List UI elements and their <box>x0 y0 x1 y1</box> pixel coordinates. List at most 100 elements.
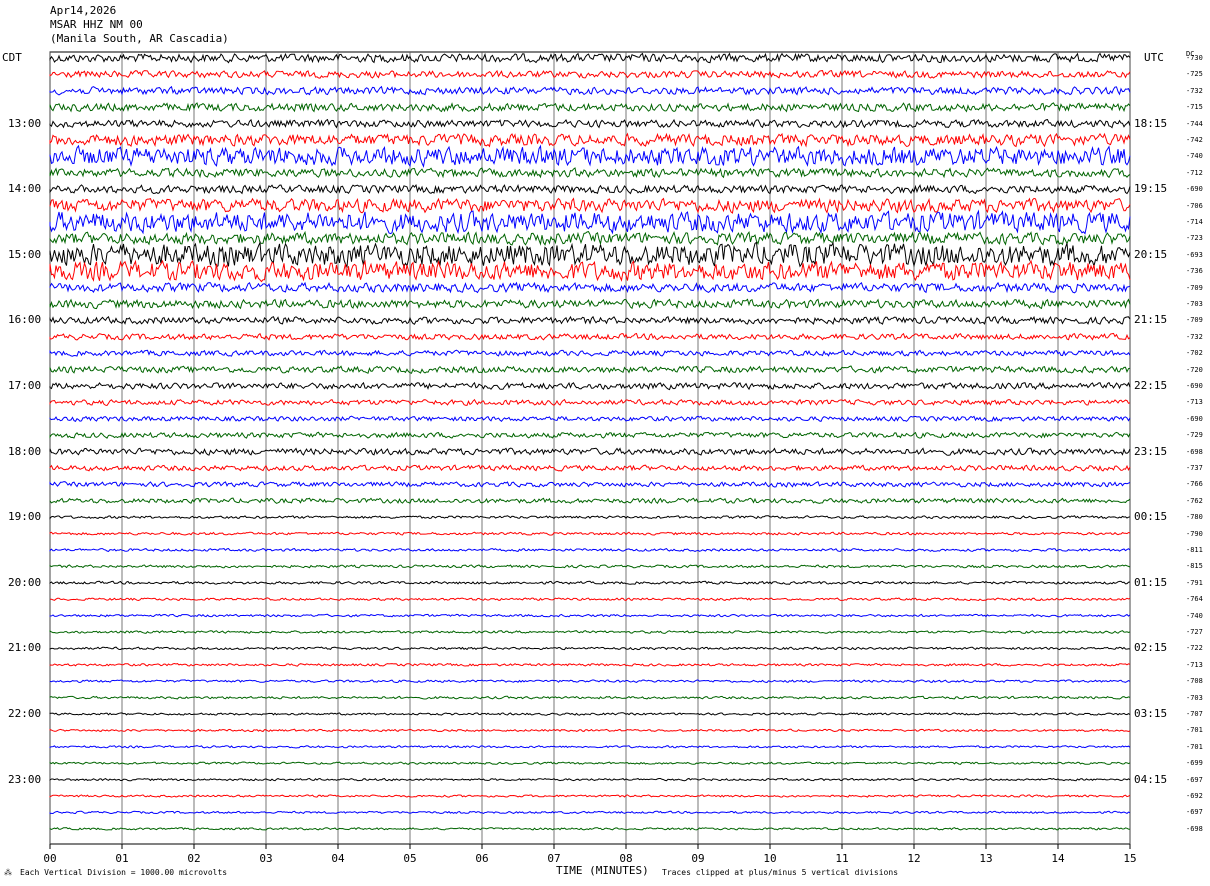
left-time-label: 21:00 <box>8 641 42 655</box>
x-tick-label-03: 03 <box>259 852 272 865</box>
dc-offset-label: -730 <box>1186 54 1203 62</box>
dc-offset-label: -714 <box>1186 218 1203 226</box>
x-tick-label-02: 02 <box>187 852 200 865</box>
dc-offset-label: -712 <box>1186 168 1203 177</box>
right-time-label: 02:15 <box>1134 641 1168 655</box>
trace-row-15 <box>49 298 1131 310</box>
trace-row-21 <box>49 398 1131 407</box>
dc-offset-label: -720 <box>1186 365 1203 374</box>
right-time-label: 03:15 <box>1134 707 1168 720</box>
left-time-label: 22:00 <box>8 707 42 720</box>
trace-row-37 <box>49 662 1131 667</box>
dc-offset-label: -727 <box>1186 628 1203 636</box>
left-time-label: 13:00 <box>8 116 42 130</box>
right-time-label: 00:15 <box>1134 510 1168 524</box>
dc-offset-label: -815 <box>1186 562 1203 571</box>
x-tick-label-11: 11 <box>835 852 848 865</box>
dc-offset-label: -708 <box>1186 677 1203 686</box>
dc-offset-label: -742 <box>1186 136 1203 144</box>
dc-offset-label: -725 <box>1186 70 1203 79</box>
dc-offset-label: -715 <box>1186 103 1203 112</box>
right-time-label: 23:15 <box>1134 444 1168 458</box>
trace-row-33 <box>49 597 1131 602</box>
dc-offset-label: -709 <box>1186 316 1203 325</box>
trace-row-2 <box>49 85 1131 96</box>
trace-row-16 <box>49 315 1131 326</box>
trace-row-47 <box>49 827 1131 831</box>
trace-row-10 <box>49 209 1131 235</box>
dc-offset-label: -740 <box>1186 152 1203 161</box>
right-time-label: 19:15 <box>1134 182 1168 196</box>
scale-note: Each Vertical Division = 1000.00 microvo… <box>20 868 228 877</box>
dc-offset-label: -740 <box>1186 611 1203 620</box>
x-axis-title: TIME (MINUTES) <box>556 864 649 877</box>
right-time-label: 20:15 <box>1134 247 1168 261</box>
dc-offset-label: -698 <box>1186 824 1203 833</box>
left-time-label: 15:00 <box>8 247 42 261</box>
trace-row-32 <box>49 580 1131 585</box>
dc-offset-label: -722 <box>1186 644 1203 653</box>
helicorder-plot: 00 01 02 03 04 05 06 07 08 09 10 11 12 13 14 15 <box>43 51 1137 865</box>
trace-row-8 <box>49 183 1131 195</box>
trace-row-14 <box>49 281 1131 294</box>
dc-offset-label: -702 <box>1186 349 1203 358</box>
x-tick-label-15: 15 <box>1123 852 1136 865</box>
dc-offset-label: -766 <box>1186 480 1203 489</box>
dc-offset-label: -690 <box>1186 185 1203 194</box>
trace-row-31 <box>49 564 1131 569</box>
x-tick-label-13: 13 <box>979 852 992 865</box>
dc-offset-label: -811 <box>1186 546 1203 554</box>
trace-row-30 <box>49 547 1131 552</box>
right-time-label: 04:15 <box>1134 772 1168 786</box>
x-tick-label-12: 12 <box>907 852 920 865</box>
dc-offset-label: -713 <box>1186 398 1203 407</box>
trace-row-46 <box>49 810 1131 815</box>
trace-row-39 <box>49 695 1131 700</box>
dc-offset-label: -736 <box>1186 267 1203 276</box>
dc-offset-label: -703 <box>1186 300 1203 308</box>
right-time-label: 18:15 <box>1134 116 1168 130</box>
dc-offset-label: -697 <box>1186 808 1203 817</box>
clip-note: Traces clipped at plus/minus 5 vertical … <box>662 868 899 877</box>
trace-row-26 <box>49 481 1131 488</box>
left-time-label: 23:00 <box>8 772 42 786</box>
dc-offset-label: -737 <box>1186 464 1203 472</box>
trace-row-29 <box>49 531 1131 536</box>
trace-row-35 <box>49 630 1131 634</box>
trace-row-5 <box>49 132 1131 148</box>
trace-row-23 <box>49 431 1131 439</box>
plot-frame <box>49 51 1131 845</box>
trace-row-34 <box>49 613 1131 618</box>
dc-offset-label: -732 <box>1186 332 1203 341</box>
trace-row-44 <box>49 777 1131 782</box>
trace-row-0 <box>49 52 1131 64</box>
dc-offset-label: -709 <box>1186 283 1203 292</box>
x-tick-label-04: 04 <box>331 852 345 865</box>
dc-offset-label: -780 <box>1186 513 1203 522</box>
dc-offset-label: -703 <box>1186 693 1203 702</box>
right-time-label: 01:15 <box>1134 575 1168 589</box>
left-time-label: 16:00 <box>8 313 42 327</box>
dc-offset-label: -762 <box>1186 496 1203 505</box>
trace-row-19 <box>49 365 1131 374</box>
dc-offset-label: -790 <box>1186 529 1203 538</box>
trace-row-42 <box>49 745 1131 749</box>
x-tick-label-09: 09 <box>691 852 704 865</box>
trace-row-9 <box>49 197 1131 214</box>
x-tick-label-00: 00 <box>43 852 56 865</box>
trace-row-24 <box>49 447 1131 456</box>
dc-offset-label: -706 <box>1186 201 1203 210</box>
dc-offset-label: -701 <box>1186 742 1203 751</box>
trace-row-41 <box>49 728 1131 733</box>
right-time-label: 22:15 <box>1134 379 1168 392</box>
dc-offset-label: -713 <box>1186 660 1203 669</box>
left-time-label: 17:00 <box>8 379 42 392</box>
dc-offset-label: -707 <box>1186 710 1203 718</box>
trace-row-13 <box>49 259 1131 283</box>
left-time-label: 18:00 <box>8 444 42 458</box>
x-tick-label-01: 01 <box>115 852 128 865</box>
trace-row-4 <box>49 118 1131 129</box>
x-tick-label-06: 06 <box>475 852 488 865</box>
trace-row-27 <box>49 497 1131 504</box>
dc-offset-label: -764 <box>1186 595 1203 604</box>
